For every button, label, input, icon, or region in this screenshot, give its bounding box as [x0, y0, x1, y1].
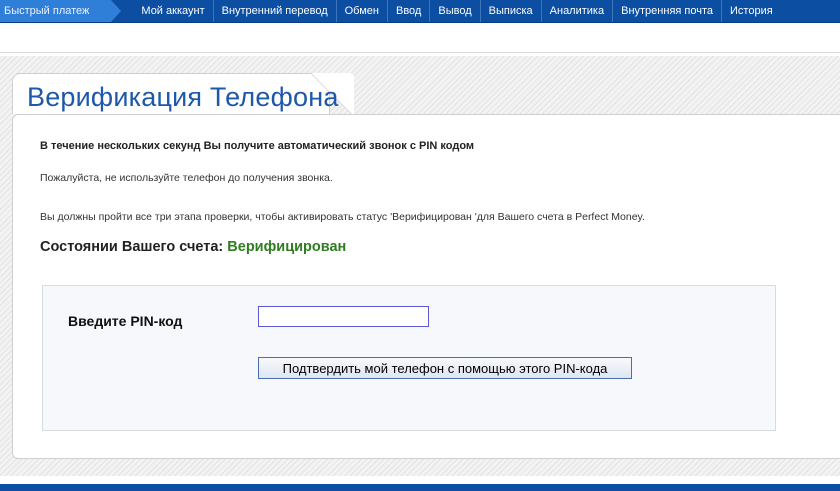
nav-item-label: Обмен	[344, 5, 379, 17]
nav-item-analytics[interactable]: Аналитика	[540, 0, 612, 22]
nav-quick-payment[interactable]: Быстрый платеж	[0, 0, 122, 22]
nav-item-history[interactable]: История	[721, 0, 781, 22]
three-steps-notice: Вы должны пройти все три этапа проверки,…	[40, 211, 645, 223]
nav-item-label: Ввод	[396, 5, 422, 17]
page-title: Верификация Телефона	[27, 82, 339, 112]
account-status: Состоянии Вашего счета: Верифицирован	[40, 239, 346, 255]
account-status-label: Состоянии Вашего счета:	[40, 239, 224, 255]
nav-item-withdraw[interactable]: Вывод	[429, 0, 479, 22]
nav-item-label: Внутренняя почта	[621, 5, 714, 17]
nav-item-deposit[interactable]: Ввод	[387, 0, 429, 22]
confirm-phone-button[interactable]: Подтвердить мой телефон с помощью этого …	[258, 357, 632, 379]
nav-item-my-account[interactable]: Мой аккаунт	[133, 0, 212, 22]
pin-label: Введите PIN-код	[68, 313, 183, 329]
nav-item-label: Внутренний перевод	[221, 5, 328, 17]
header-divider	[0, 52, 840, 53]
nav-item-statement[interactable]: Выписка	[479, 0, 541, 22]
nav-item-internal-mail[interactable]: Внутренняя почта	[612, 0, 721, 22]
nav-item-exchange[interactable]: Обмен	[335, 0, 387, 22]
account-status-value: Верифицирован	[227, 239, 347, 255]
do-not-use-notice: Пожалуйста, не используйте телефон до по…	[40, 172, 333, 184]
nav-item-label: Аналитика	[549, 5, 605, 17]
pin-input[interactable]	[258, 306, 429, 327]
nav-item-internal-transfer[interactable]: Внутренний перевод	[212, 0, 336, 22]
footer-bar	[0, 484, 840, 491]
call-notice: В течение нескольких секунд Вы получите …	[40, 140, 475, 152]
nav-item-label: История	[730, 5, 773, 17]
nav-item-label: Мой аккаунт	[141, 5, 205, 17]
nav-item-label: Выписка	[488, 5, 533, 17]
nav-item-label: Вывод	[438, 5, 472, 17]
top-navigation: Быстрый платеж Мой аккаунт Внутренний пе…	[0, 0, 840, 23]
nav-quick-payment-label: Быстрый платеж	[4, 5, 90, 17]
